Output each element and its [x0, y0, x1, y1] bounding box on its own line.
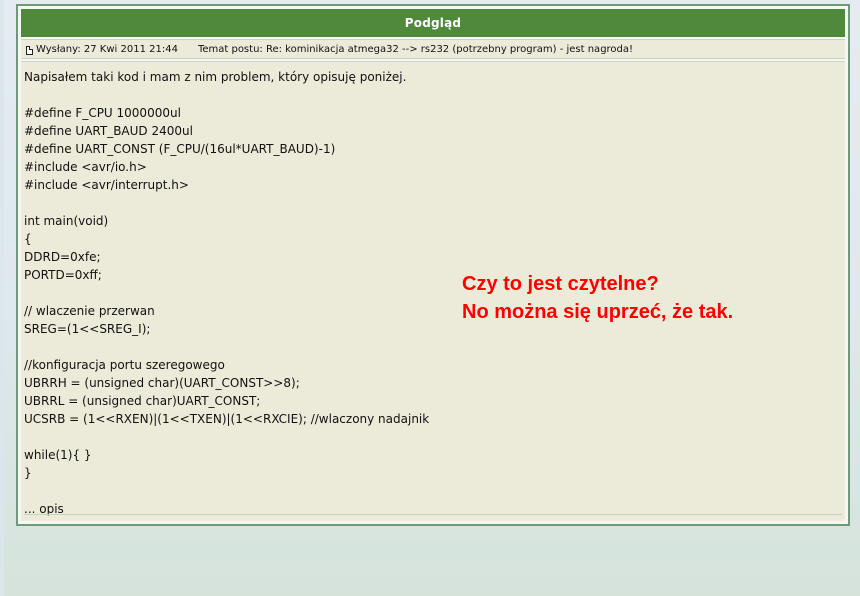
post-line: Napisałem taki kod i mam z nim problem, …: [24, 70, 407, 84]
post-divider: [24, 514, 842, 515]
post-line: int main(void): [24, 214, 109, 228]
post-line: PORTD=0xff;: [24, 268, 102, 282]
post-line: #define F_CPU 1000000ul: [24, 106, 181, 120]
annotation-line-1: Czy to jest czytelne?: [462, 273, 659, 295]
post-line: UBRRL = (unsigned char)UART_CONST;: [24, 394, 261, 408]
post-line: UBRRH = (unsigned char)(UART_CONST>>8);: [24, 376, 300, 390]
post-line: #define UART_BAUD 2400ul: [24, 124, 193, 138]
post-line: [24, 428, 429, 446]
post-line: [24, 482, 429, 500]
post-line: #include <avr/interrupt.h>: [24, 178, 189, 192]
preview-panel: Podgląd Wysłany: 27 Kwi 2011 21:44 Temat…: [16, 4, 850, 526]
preview-header: Podgląd: [21, 9, 845, 37]
red-annotation: Czy to jest czytelne? No można się uprze…: [462, 270, 733, 326]
post-line: while(1){ }: [24, 448, 92, 462]
post-line: [24, 194, 429, 212]
preview-title: Podgląd: [404, 16, 462, 30]
post-line: #define UART_CONST (F_CPU/(16ul*UART_BAU…: [24, 142, 336, 156]
post-line: {: [24, 232, 32, 246]
post-date: Wysłany: 27 Kwi 2011 21:44: [36, 43, 178, 55]
post-line: [24, 338, 429, 356]
post-text: Napisałem taki kod i mam z nim problem, …: [24, 62, 429, 518]
post-line: #include <avr/io.h>: [24, 160, 147, 174]
post-line: //konfiguracja portu szeregowego: [24, 358, 225, 372]
post-line: }: [24, 466, 32, 480]
post-icon: [26, 45, 33, 55]
post-line: [24, 284, 429, 302]
post-meta-row: Wysłany: 27 Kwi 2011 21:44 Temat postu: …: [21, 39, 845, 59]
post-line: ... opis: [24, 502, 64, 516]
annotation-line-2: No można się uprzeć, że tak.: [462, 301, 734, 323]
post-line: SREG=(1<<SREG_I);: [24, 322, 151, 336]
post-line: UCSRB = (1<<RXEN)|(1<<TXEN)|(1<<RXCIE); …: [24, 412, 430, 426]
post-line: DDRD=0xfe;: [24, 250, 101, 264]
post-subject: Temat postu: Re: kominikacja atmega32 --…: [197, 43, 634, 55]
post-line: [24, 86, 429, 104]
left-edge: [0, 0, 4, 596]
post-line: // wlaczenie przerwan: [24, 304, 155, 318]
